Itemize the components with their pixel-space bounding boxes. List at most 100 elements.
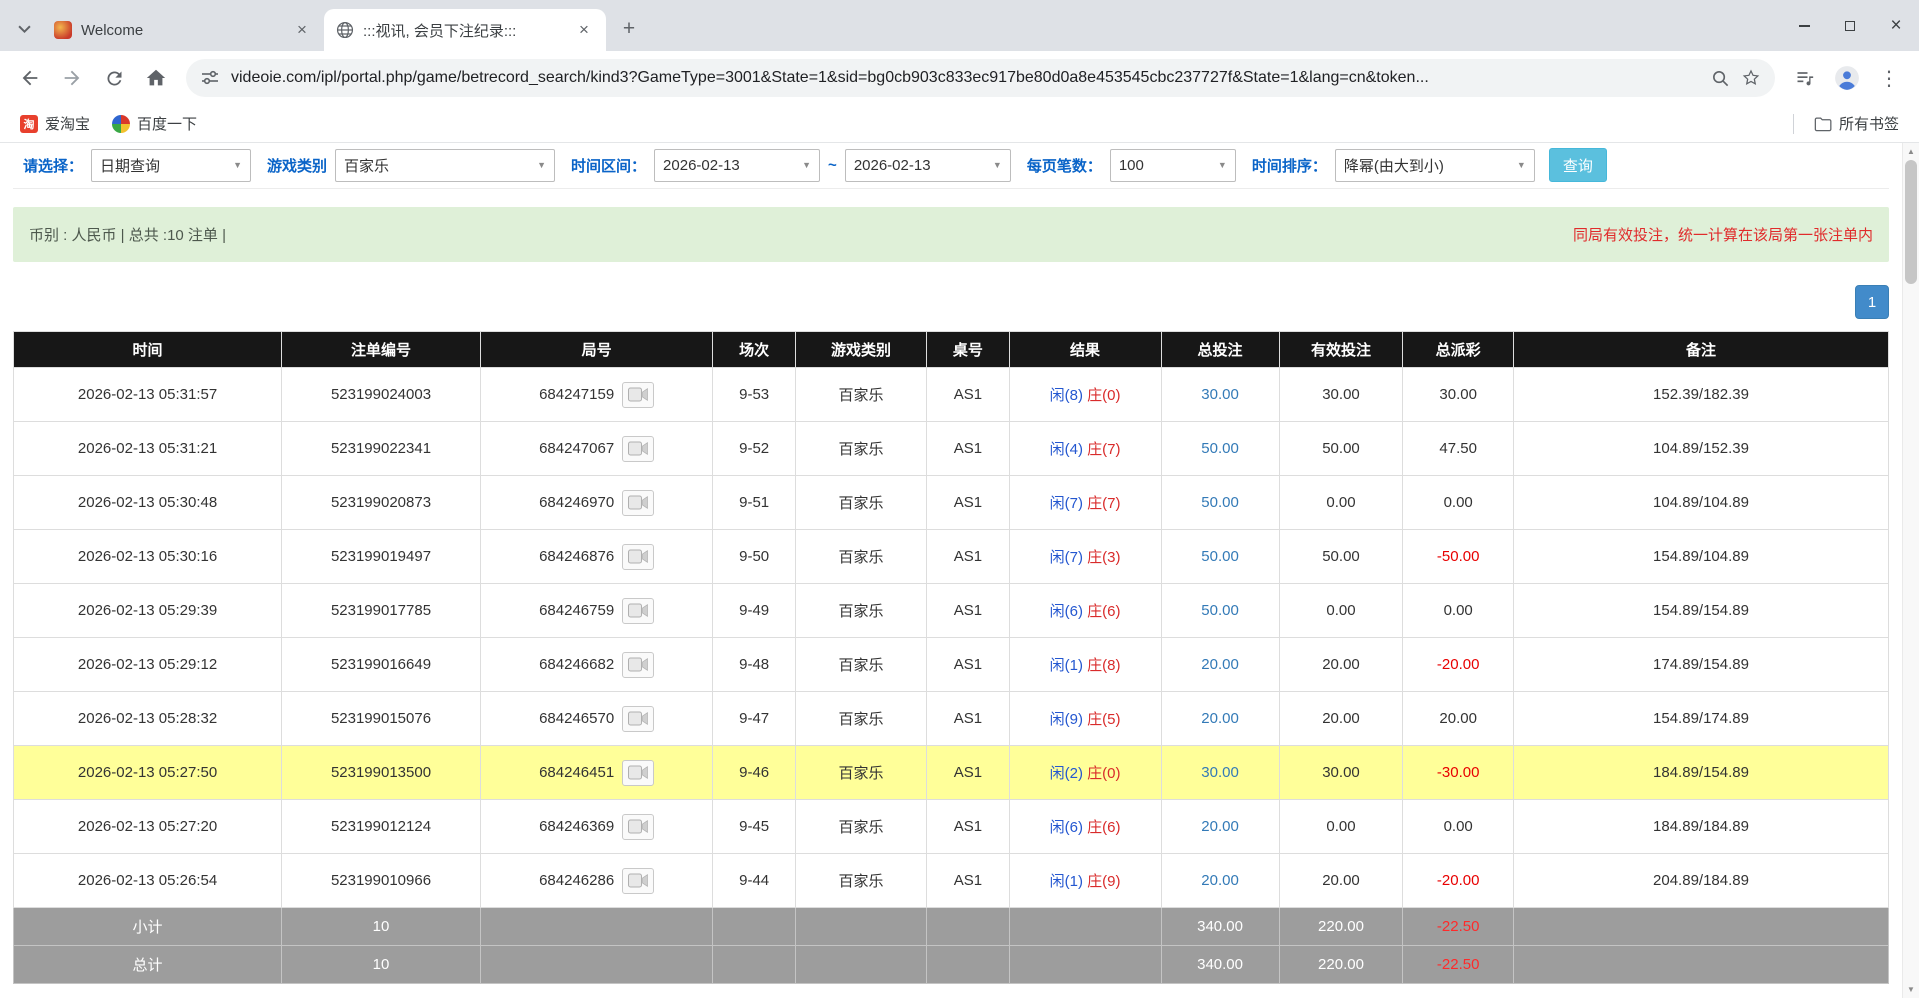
total-bet-link[interactable]: 30.00 [1201,764,1239,781]
media-controls-icon [1795,68,1815,88]
total-payout: -22.50 [1403,946,1514,984]
total-bet-link[interactable]: 50.00 [1201,548,1239,565]
forward-button[interactable] [52,58,92,98]
video-replay-button[interactable] [622,706,654,732]
bookmark-star-icon[interactable] [1741,68,1761,88]
cell-payout: -20.00 [1403,638,1514,692]
video-replay-button[interactable] [622,436,654,462]
table-row[interactable]: 2026-02-13 05:29:12 523199016649 6842466… [14,638,1889,692]
total-bet-link[interactable]: 20.00 [1201,656,1239,673]
cell-remark: 184.89/154.89 [1514,746,1889,800]
video-replay-button[interactable] [622,814,654,840]
cell-bet-id: 523199022341 [282,422,481,476]
reload-button[interactable] [94,58,134,98]
cell-payout: -50.00 [1403,530,1514,584]
table-row[interactable]: 2026-02-13 05:29:39 523199017785 6842467… [14,584,1889,638]
table-row[interactable]: 2026-02-13 05:27:50 523199013500 6842464… [14,746,1889,800]
cell-valid-bet: 0.00 [1279,800,1403,854]
zoom-icon[interactable] [1711,69,1730,88]
total-bet-link[interactable]: 50.00 [1201,602,1239,619]
result-player: 闲(6) [1050,819,1083,836]
close-button[interactable]: × [1873,0,1919,51]
sort-order-select[interactable]: 降幂(由大到小) ▼ [1335,149,1535,182]
cell-payout: -20.00 [1403,854,1514,908]
query-type-select[interactable]: 日期查询 ▼ [91,149,251,182]
video-replay-button[interactable] [622,652,654,678]
total-bet-link[interactable]: 20.00 [1201,710,1239,727]
game-type-select[interactable]: 百家乐 ▼ [335,149,555,182]
globe-icon [336,21,354,39]
round-number: 684246759 [539,602,614,619]
video-replay-button[interactable] [622,490,654,516]
tab-welcome[interactable]: Welcome × [42,9,324,51]
table-row[interactable]: 2026-02-13 05:31:57 523199024003 6842471… [14,368,1889,422]
video-replay-button[interactable] [622,868,654,894]
cell-time: 2026-02-13 05:29:39 [14,584,282,638]
col-bet-id: 注单编号 [282,332,481,368]
scroll-down-arrow[interactable]: ▼ [1903,981,1919,998]
media-controls-button[interactable] [1785,58,1825,98]
cell-payout: 0.00 [1403,800,1514,854]
total-bet-link[interactable]: 30.00 [1201,386,1239,403]
video-replay-button[interactable] [622,760,654,786]
page-size-select[interactable]: 100 ▼ [1110,149,1236,182]
tab-close-icon[interactable]: × [292,20,312,40]
all-bookmarks-button[interactable]: 所有书签 [1806,109,1907,138]
total-bet-link[interactable]: 20.00 [1201,872,1239,889]
profile-button[interactable] [1827,58,1867,98]
bookmark-aitaobao[interactable]: 淘 爱淘宝 [12,109,98,138]
cell-total-bet: 30.00 [1161,746,1279,800]
maximize-button[interactable] [1827,0,1873,51]
table-row[interactable]: 2026-02-13 05:30:48 523199020873 6842469… [14,476,1889,530]
back-button[interactable] [10,58,50,98]
cell-session: 9-46 [713,746,796,800]
menu-button[interactable]: ⋮ [1869,58,1909,98]
scrollbar-thumb[interactable] [1905,160,1917,284]
cell-table-no: AS1 [927,422,1010,476]
table-row[interactable]: 2026-02-13 05:30:16 523199019497 6842468… [14,530,1889,584]
subtotal-total-bet: 340.00 [1161,908,1279,946]
tab-bet-records[interactable]: :::视讯, 会员下注纪录::: × [324,9,606,51]
date-to-select[interactable]: 2026-02-13 ▼ [845,149,1011,182]
cell-game-type: 百家乐 [795,584,926,638]
cell-total-bet: 20.00 [1161,638,1279,692]
cell-total-bet: 50.00 [1161,476,1279,530]
url-bar[interactable]: videoie.com/ipl/portal.php/game/betrecor… [186,59,1775,97]
date-to-value: 2026-02-13 [854,157,931,174]
new-tab-button[interactable]: + [614,14,644,44]
site-info-icon[interactable] [200,68,220,88]
page-content: 请选择： 日期查询 ▼ 游戏类别 百家乐 ▼ 时间区间： 2026-02-13 … [0,148,1902,984]
home-icon [145,67,167,89]
total-bet-link[interactable]: 50.00 [1201,494,1239,511]
search-button[interactable]: 查询 [1549,148,1607,182]
cell-result: 闲(8) 庄(0) [1009,368,1161,422]
result-player: 闲(4) [1050,441,1083,458]
cell-valid-bet: 30.00 [1279,746,1403,800]
page-1-button[interactable]: 1 [1855,285,1889,319]
bookmark-label: 爱淘宝 [45,113,90,134]
cell-time: 2026-02-13 05:30:16 [14,530,282,584]
date-from-select[interactable]: 2026-02-13 ▼ [654,149,820,182]
scroll-up-arrow[interactable]: ▲ [1903,143,1919,160]
cell-game-type: 百家乐 [795,368,926,422]
cell-session: 9-44 [713,854,796,908]
video-replay-button[interactable] [622,382,654,408]
video-replay-button[interactable] [622,544,654,570]
cell-valid-bet: 20.00 [1279,638,1403,692]
cell-empty [927,946,1010,984]
table-row[interactable]: 2026-02-13 05:27:20 523199012124 6842463… [14,800,1889,854]
minimize-button[interactable] [1781,0,1827,51]
cell-time: 2026-02-13 05:30:48 [14,476,282,530]
table-row[interactable]: 2026-02-13 05:26:54 523199010966 6842462… [14,854,1889,908]
total-bet-link[interactable]: 20.00 [1201,818,1239,835]
table-row[interactable]: 2026-02-13 05:28:32 523199015076 6842465… [14,692,1889,746]
tab-close-icon[interactable]: × [574,20,594,40]
tab-search-button[interactable] [8,12,40,46]
total-bet-link[interactable]: 50.00 [1201,440,1239,457]
home-button[interactable] [136,58,176,98]
video-replay-button[interactable] [622,598,654,624]
table-row[interactable]: 2026-02-13 05:31:21 523199022341 6842470… [14,422,1889,476]
cell-remark: 184.89/184.89 [1514,800,1889,854]
bookmark-baidu[interactable]: 百度一下 [104,109,205,138]
vertical-scrollbar[interactable]: ▲ ▼ [1902,143,1919,998]
